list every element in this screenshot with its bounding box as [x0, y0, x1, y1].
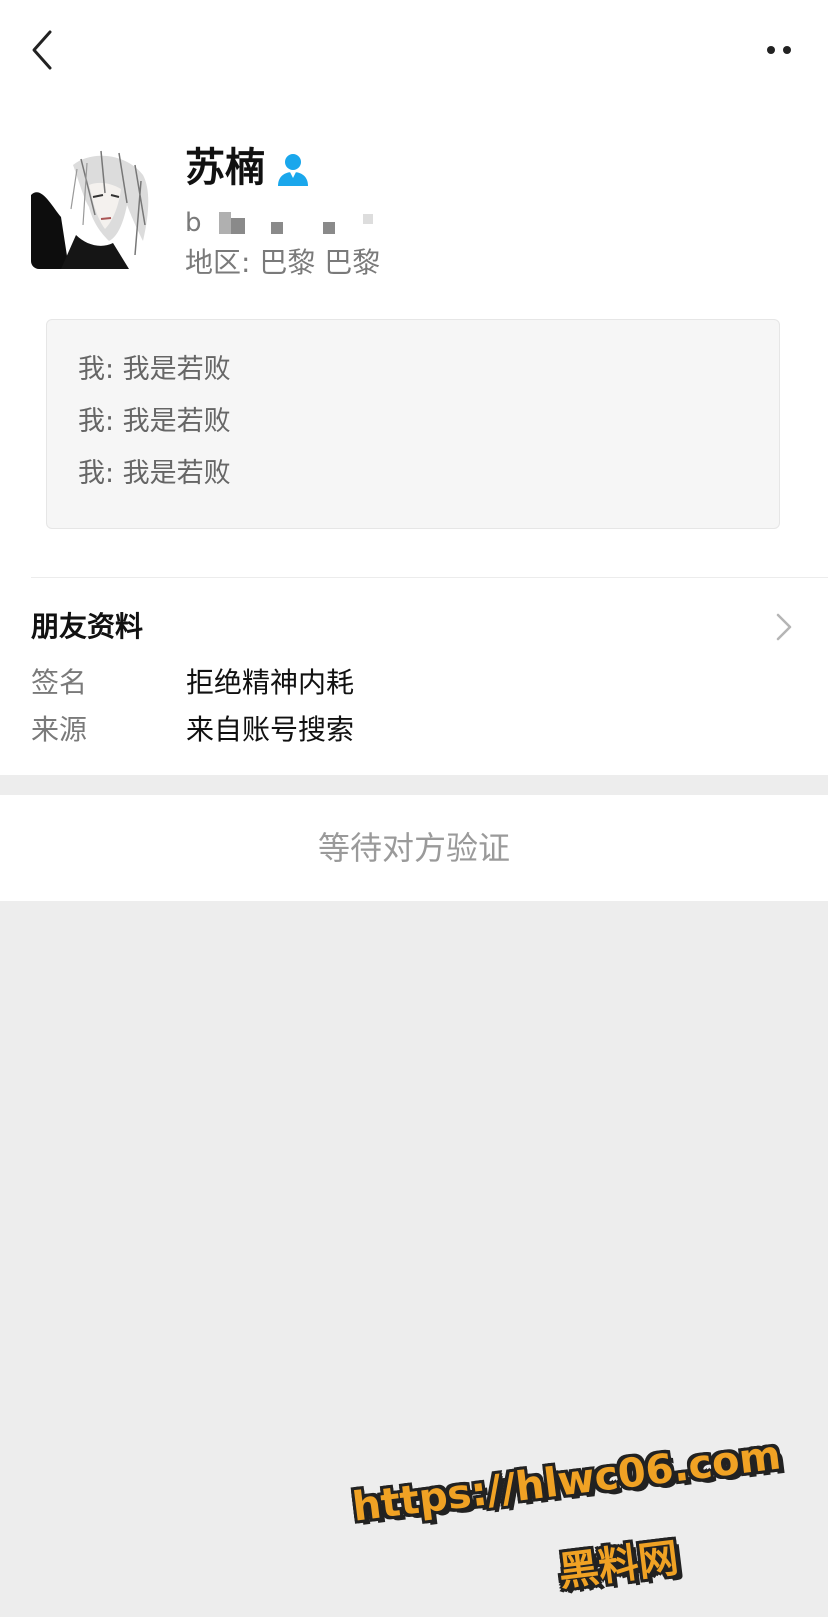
redaction-block: [271, 222, 283, 234]
redaction-block: [323, 222, 335, 234]
greeting-messages-box: 我: 我是若败 我: 我是若败 我: 我是若败: [46, 319, 780, 529]
source-label: 来源: [31, 713, 88, 746]
region-text: 地区: 巴黎 巴黎: [185, 246, 381, 279]
back-button[interactable]: [22, 24, 62, 76]
avatar-image: [31, 145, 155, 269]
greeting-message: 我: 我是若败: [78, 406, 231, 437]
source-value: 来自账号搜索: [186, 713, 355, 746]
watermark-site-name: 黑料网: [556, 1535, 681, 1596]
friend-info-title[interactable]: 朋友资料: [31, 607, 143, 647]
avatar[interactable]: [31, 145, 155, 269]
divider: [31, 577, 828, 578]
account-id-prefix: b: [185, 208, 202, 238]
redaction-block: [363, 214, 373, 224]
greeting-message: 我: 我是若败: [78, 354, 231, 385]
signature-label: 签名: [31, 666, 88, 699]
chevron-right-icon[interactable]: [770, 607, 798, 647]
male-user-icon: [276, 150, 312, 190]
watermark-url: https://hlwc06.com: [350, 1432, 784, 1531]
pending-verification-button: 等待对方验证: [317, 829, 510, 867]
redaction-block: [231, 218, 245, 234]
more-button[interactable]: [762, 36, 802, 64]
chevron-left-icon: [32, 30, 52, 70]
watermark: https://hlwc06.com 黑料网: [350, 1430, 800, 1600]
contact-name: 苏楠: [185, 145, 265, 191]
pending-verification-bar: 等待对方验证: [0, 795, 828, 901]
signature-value: 拒绝精神内耗: [186, 666, 355, 699]
account-id-redacted: b: [185, 208, 385, 238]
more-dots-icon: [767, 46, 791, 54]
redaction-block: [219, 212, 231, 234]
greeting-message: 我: 我是若败: [78, 458, 231, 489]
contact-profile-page: 苏楠 b 地区: 巴黎 巴黎 我: 我是若败 我: 我是若败 我: 我是若败 朋…: [0, 0, 828, 1617]
